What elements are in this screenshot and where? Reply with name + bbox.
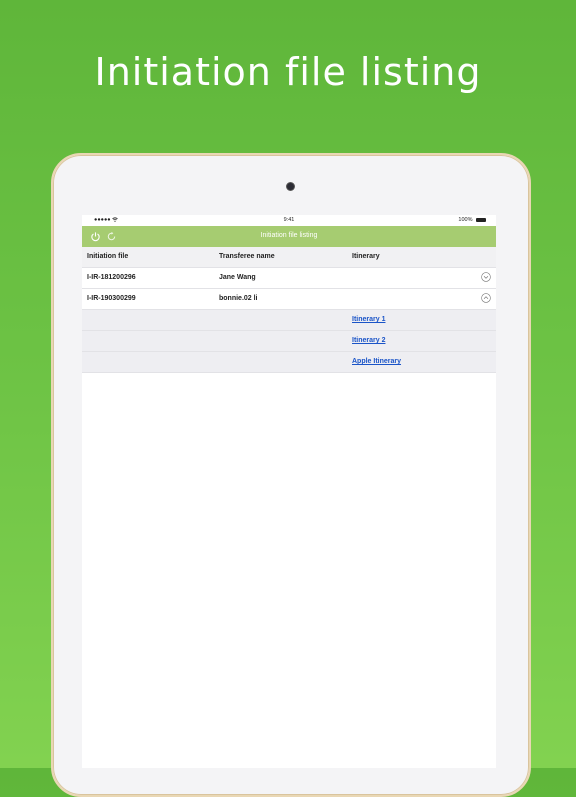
table-row[interactable]: I-IR-190300299 bonnie.02 li (82, 289, 496, 310)
itinerary-row: Itinerary 1 (82, 310, 496, 331)
chevron-up-icon[interactable] (481, 293, 491, 303)
status-time: 9:41 (283, 217, 295, 223)
transferee-name: Jane Wang (219, 274, 256, 281)
itinerary-link[interactable]: Apple Itinerary (352, 358, 401, 365)
itinerary-row: Itinerary 2 (82, 331, 496, 352)
initiation-file-id: I-IR-181200296 (87, 274, 136, 281)
battery-percent: 100% (458, 217, 473, 223)
promo-headline: Initiation file listing (94, 50, 482, 94)
itinerary-row: Apple Itinerary (82, 352, 496, 373)
table-header: Initiation file Transferee name Itinerar… (82, 247, 496, 268)
nav-title: Initiation file listing (260, 232, 318, 239)
chevron-down-icon[interactable] (481, 272, 491, 282)
camera-icon (286, 182, 295, 191)
nav-bar: Initiation file listing (82, 226, 496, 247)
column-header-transferee-name: Transferee name (219, 253, 275, 260)
app-screen: ●●●●● 9:41 100% Initiation file listing … (82, 215, 496, 768)
battery-icon (476, 217, 486, 222)
table-row[interactable]: I-IR-181200296 Jane Wang (82, 268, 496, 289)
battery-indicator: 100% (458, 217, 486, 223)
transferee-name: bonnie.02 li (219, 295, 258, 302)
itinerary-link[interactable]: Itinerary 2 (352, 337, 385, 344)
itinerary-link[interactable]: Itinerary 1 (352, 316, 385, 323)
status-bar: ●●●●● 9:41 100% (82, 215, 496, 226)
initiation-file-id: I-IR-190300299 (87, 295, 136, 302)
column-header-initiation-file: Initiation file (87, 253, 129, 260)
column-header-itinerary: Itinerary (352, 253, 380, 260)
